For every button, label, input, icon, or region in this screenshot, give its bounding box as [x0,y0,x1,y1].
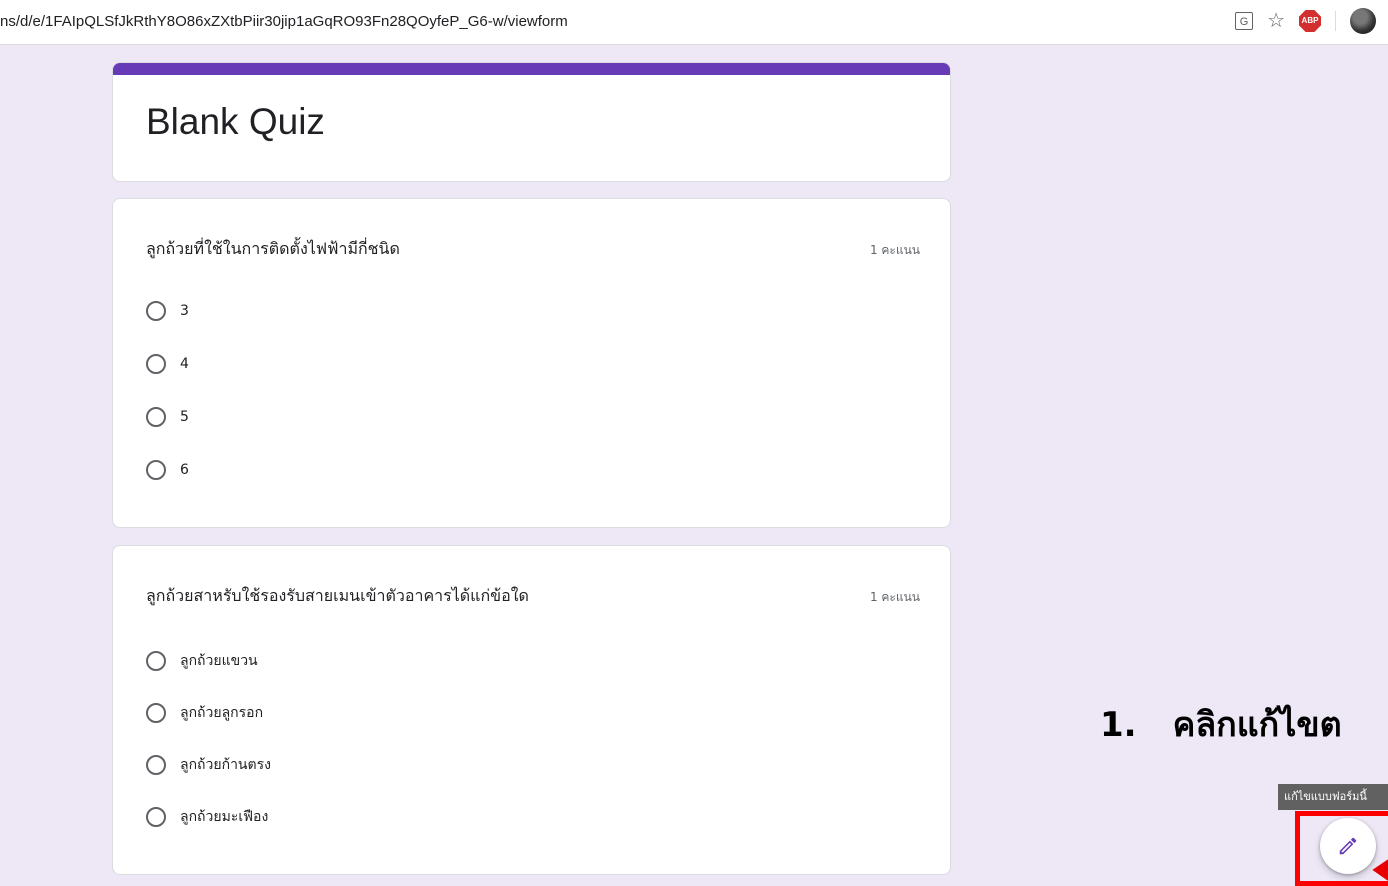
radio-option[interactable]: 4 [146,354,189,374]
translate-icon[interactable]: G [1235,12,1254,30]
radio-option[interactable]: ลูกถ้วยลูกรอก [146,702,263,724]
radio-option[interactable]: ลูกถ้วยแขวน [146,650,258,672]
question-card-1: ลูกถ้วยที่ใช้ในการติดตั้งไฟฟ้ามีกี่ชนิด … [112,198,951,528]
option-label: 4 [180,356,189,372]
radio-button[interactable] [146,703,166,723]
option-label: ลูกถ้วยก้านตรง [180,757,271,773]
browser-extension-icons: G ☆ ABP [1235,8,1376,34]
question-points: 1 คะแนน [869,590,920,604]
instruction-step-number: 1. [1100,705,1137,745]
instruction-annotation: 1. คลิกแก้ไขต [1100,697,1342,751]
option-label: ลูกถ้วยลูกรอก [180,705,264,721]
option-label: ลูกถ้วยแขวน [180,653,258,669]
radio-button[interactable] [146,755,166,775]
question-card-2: ลูกถ้วยสาหรับใช้รองรับสายเมนเข้าตัวอาคาร… [112,545,951,875]
question-text: ลูกถ้วยสาหรับใช้รองรับสายเมนเข้าตัวอาคาร… [146,586,529,605]
bookmark-star-icon[interactable]: ☆ [1267,11,1285,31]
option-label: ลูกถ้วยมะเฟือง [180,809,269,825]
toolbar-divider [1335,11,1336,31]
instruction-text: คลิกแก้ไขต [1172,705,1342,745]
edit-form-tooltip: แก้ไขแบบฟอร์มนี้ [1278,784,1388,810]
radio-option[interactable]: 3 [146,301,189,321]
radio-button[interactable] [146,407,166,427]
option-label: 5 [180,409,189,425]
radio-button[interactable] [146,807,166,827]
browser-toolbar: ns/d/e/1FAIpQLSfJkRthY8O86xZXtbPiir30jip… [0,0,1388,45]
title-accent-bar [113,63,950,75]
highlight-box [1295,811,1388,886]
radio-button[interactable] [146,460,166,480]
option-label: 6 [180,462,189,478]
radio-button[interactable] [146,354,166,374]
radio-option[interactable]: ลูกถ้วยมะเฟือง [146,806,268,828]
radio-option[interactable]: ลูกถ้วยก้านตรง [146,754,271,776]
question-text: ลูกถ้วยที่ใช้ในการติดตั้งไฟฟ้ามีกี่ชนิด [146,239,400,258]
option-label: 3 [180,303,189,319]
radio-button[interactable] [146,651,166,671]
question-points: 1 คะแนน [869,243,920,257]
radio-option[interactable]: 6 [146,460,189,480]
form-title-card: Blank Quiz [112,62,951,182]
profile-avatar[interactable] [1350,8,1376,34]
radio-option[interactable]: 5 [146,407,189,427]
address-bar-url[interactable]: ns/d/e/1FAIpQLSfJkRthY8O86xZXtbPiir30jip… [0,13,568,30]
form-title: Blank Quiz [146,101,325,142]
adblock-plus-icon[interactable]: ABP [1299,10,1321,32]
radio-button[interactable] [146,301,166,321]
